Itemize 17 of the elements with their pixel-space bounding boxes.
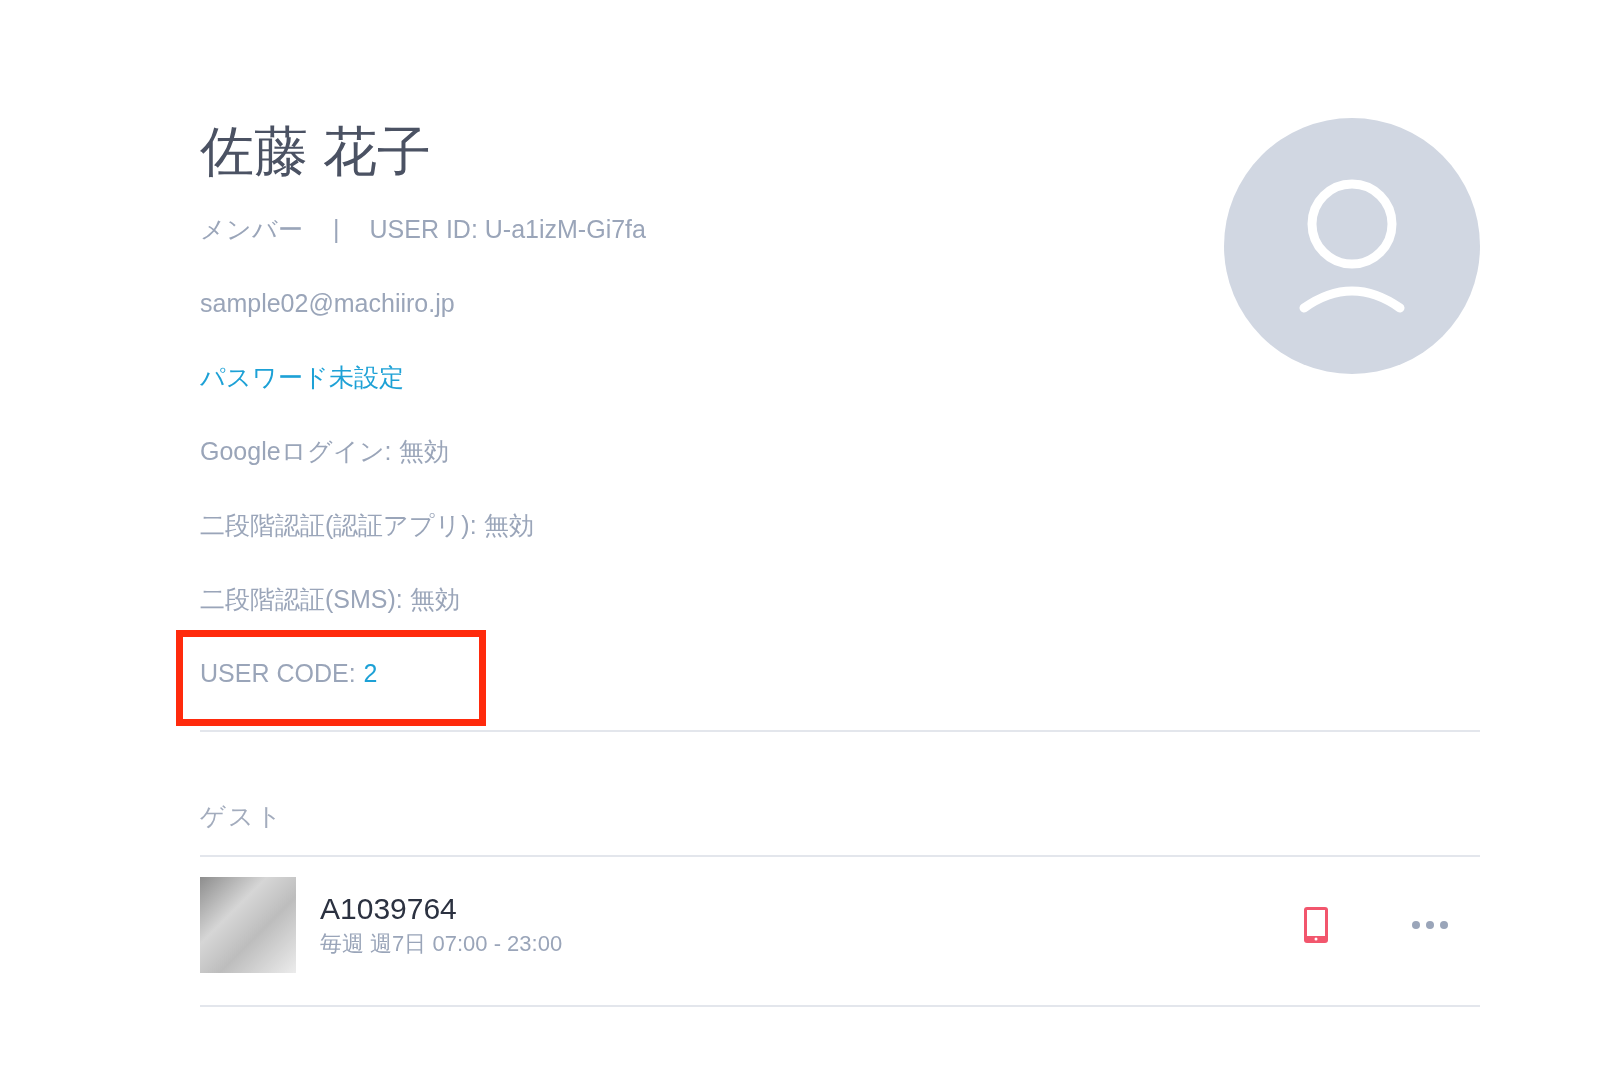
role-text: メンバー — [200, 214, 303, 244]
person-silhouette-icon — [1298, 178, 1406, 314]
email-text: sample02@machiiro.jp — [200, 288, 455, 318]
user-code-label: USER CODE: — [200, 658, 356, 688]
two-factor-app-status: 二段階認証(認証アプリ): 無効 — [200, 510, 534, 540]
user-code-value: 2 — [363, 658, 378, 688]
google-login-status: Googleログイン: 無効 — [200, 436, 449, 466]
guest-title: A1039764 — [320, 891, 458, 927]
more-icon — [1412, 921, 1448, 929]
password-status-link[interactable]: パスワード未設定 — [200, 362, 404, 392]
two-factor-sms-status: 二段階認証(SMS): 無効 — [200, 584, 460, 614]
section-heading: ゲスト — [200, 801, 284, 832]
user-name: 佐藤 花子 — [200, 120, 432, 183]
smartphone-icon[interactable] — [1304, 907, 1328, 943]
guest-schedule: 毎週 週7日 07:00 - 23:00 — [320, 930, 564, 958]
user-id-text: USER ID: U-a1izM-Gi7fa — [369, 214, 646, 244]
separator-text: | — [333, 214, 340, 244]
